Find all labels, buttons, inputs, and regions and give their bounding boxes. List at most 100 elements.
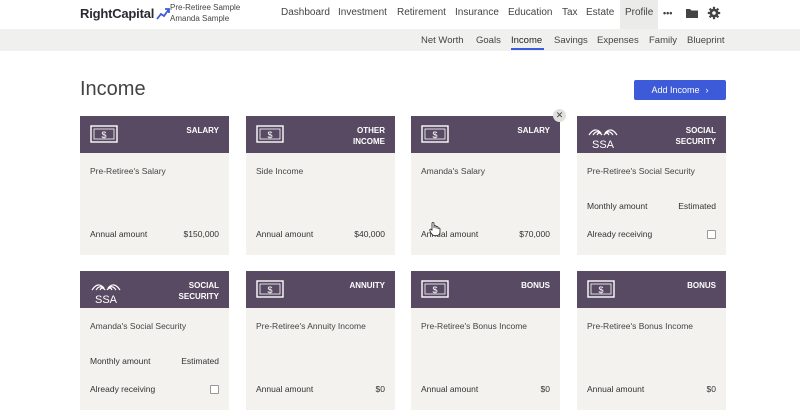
close-icon[interactable]: ✕ [553,109,566,122]
income-card[interactable]: SSA SOCIAL SECURITY Pre-Retiree's Social… [577,116,726,255]
income-card[interactable]: $ BONUS Pre-Retiree's Bonus Income Annua… [411,271,560,410]
top-nav: RightCapital Pre-Retiree Sample Amanda S… [0,0,800,29]
income-card[interactable]: SSA SOCIAL SECURITY Amanda's Social Secu… [80,271,229,410]
card-type: OTHER INCOME [353,125,385,147]
subnav-net-worth[interactable]: Net Worth [421,35,464,46]
subnav-goals[interactable]: Goals [476,35,501,46]
card-type-line1: OTHER [357,126,385,135]
nav-investment[interactable]: Investment [338,7,387,18]
annual-amount-label: Annual amount [90,229,148,239]
client-primary: Pre-Retiree Sample [170,3,241,12]
card-name: Pre-Retiree's Social Security [587,166,695,176]
card-type-line2: INCOME [353,137,385,146]
annual-amount-row: Annual amount $0 [256,384,385,394]
nav-insurance[interactable]: Insurance [455,7,499,18]
nav-retirement[interactable]: Retirement [397,7,446,18]
card-type: SOCIAL SECURITY [179,280,219,302]
nav-tax[interactable]: Tax [562,7,578,18]
brand-logo[interactable]: RightCapital [80,6,171,21]
card-header: $ OTHER INCOME [246,116,395,153]
money-icon: $ [421,125,449,143]
card-header: $ BONUS [577,271,726,308]
monthly-amount-row: Monthly amount Estimated [587,201,716,211]
subnav-savings[interactable]: Savings [554,35,588,46]
money-icon: $ [256,280,284,298]
card-type-line1: SOCIAL [188,281,219,290]
monthly-amount-value: Estimated [678,201,716,211]
subnav-expenses[interactable]: Expenses [597,35,639,46]
add-income-button[interactable]: Add Income › [634,80,726,100]
already-receiving-label: Already receiving [90,384,156,394]
page-title: Income [80,78,146,100]
card-header: $ BONUS [411,271,560,308]
annual-amount-label: Annual amount [256,384,314,394]
gear-icon[interactable] [707,6,721,20]
card-type: SOCIAL SECURITY [676,125,716,147]
income-card[interactable]: $ SALARY Pre-Retiree's Salary Annual amo… [80,116,229,255]
subnav-blueprint[interactable]: Blueprint [687,35,725,46]
annual-amount-value: $40,000 [354,229,385,239]
annual-amount-value: $0 [706,384,716,394]
money-icon: $ [256,125,284,143]
svg-text:SSA: SSA [95,294,118,304]
annual-amount-label: Annual amount [256,229,314,239]
card-type-line2: SECURITY [675,137,716,146]
income-card[interactable]: $ OTHER INCOME Side Income Annual amount… [246,116,395,255]
money-icon: $ [421,280,449,298]
card-header: $ SALARY [411,116,560,153]
client-secondary: Amanda Sample [170,14,230,23]
annual-amount-row: Annual amount $150,000 [90,229,219,239]
nav-dashboard[interactable]: Dashboard [281,7,330,18]
annual-amount-value: $0 [540,384,550,394]
annual-amount-value: $150,000 [183,229,219,239]
card-name: Amanda's Social Security [90,321,187,331]
money-icon: $ [587,280,615,298]
monthly-amount-value: Estimated [181,356,219,366]
svg-text:$: $ [267,130,272,140]
nav-profile[interactable]: Profile [625,7,653,18]
nav-estate[interactable]: Estate [586,7,614,18]
svg-text:SSA: SSA [592,139,615,149]
svg-text:$: $ [267,285,272,295]
card-header: $ SALARY [80,116,229,153]
annual-amount-row: Annual amount $0 [421,384,550,394]
card-type: SALARY [186,126,219,135]
card-name: Pre-Retiree's Bonus Income [587,321,694,331]
already-receiving-row: Already receiving [90,384,219,394]
already-receiving-checkbox[interactable] [210,384,219,394]
folder-icon[interactable] [685,6,699,20]
nav-education[interactable]: Education [508,7,552,18]
subnav-family[interactable]: Family [649,35,677,46]
already-receiving-row: Already receiving [587,229,716,239]
monthly-amount-label: Monthly amount [587,201,648,211]
annual-amount-label: Annual amount [587,384,645,394]
card-type: BONUS [521,281,550,290]
subnav-income[interactable]: Income [511,35,542,46]
ssa-logo: SSA [588,129,618,149]
add-income-label: Add Income [651,85,700,95]
annual-amount-row: Annual amount $0 [587,384,716,394]
card-name: Pre-Retiree's Bonus Income [421,321,528,331]
svg-text:$: $ [432,130,437,140]
card-name: Side Income [256,166,304,176]
annual-amount-label: Annual amount [421,384,479,394]
card-header: SSA SOCIAL SECURITY [577,116,726,153]
client-switcher[interactable]: Pre-Retiree Sample Amanda Sample [170,2,240,24]
more-menu-icon[interactable]: ••• [663,8,672,18]
card-type: ANNUITY [349,281,385,290]
card-name: Amanda's Salary [421,166,485,176]
card-name: Pre-Retiree's Annuity Income [256,321,366,331]
svg-text:$: $ [432,285,437,295]
subnav-active-underline [511,48,544,50]
income-card[interactable]: $ ANNUITY Pre-Retiree's Annuity Income A… [246,271,395,410]
chevron-right-icon: › [705,85,709,95]
annual-amount-value: $70,000 [519,229,550,239]
brand-name: RightCapital [80,6,155,21]
income-card[interactable]: $ BONUS Pre-Retiree's Bonus Income Annua… [577,271,726,410]
hand-cursor-icon [429,222,441,236]
sub-nav [0,29,800,51]
card-type-line2: SECURITY [178,292,219,301]
already-receiving-checkbox[interactable] [707,229,716,239]
card-header: SSA SOCIAL SECURITY [80,271,229,308]
card-type-line1: SOCIAL [685,126,716,135]
